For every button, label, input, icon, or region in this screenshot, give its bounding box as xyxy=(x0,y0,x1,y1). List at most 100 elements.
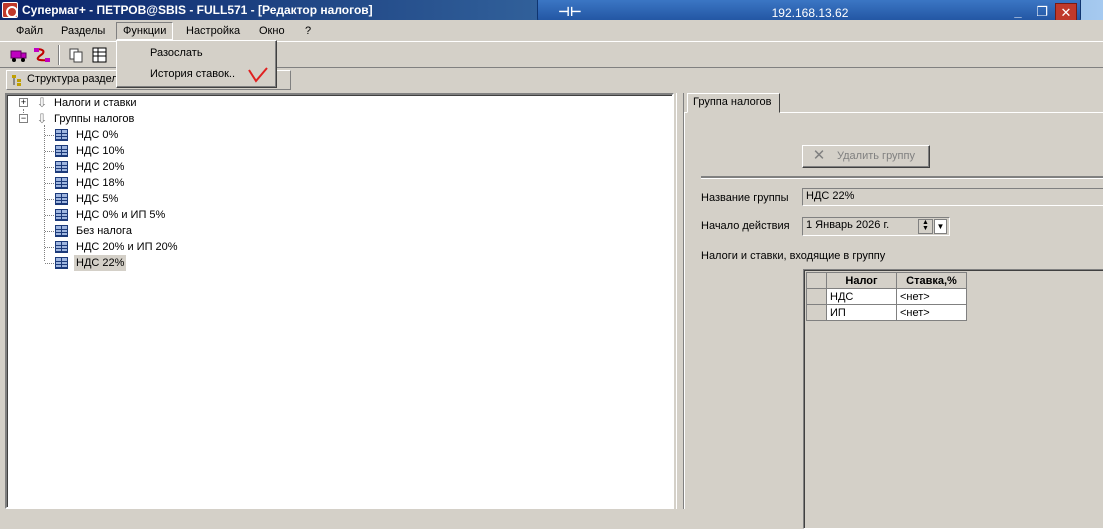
menu-file[interactable]: Файл xyxy=(10,23,49,39)
table-row[interactable]: ИП <нет> xyxy=(806,304,967,321)
tax-group-icon xyxy=(55,161,68,173)
tree-item-vat-22[interactable]: НДС 22% xyxy=(7,255,307,271)
app-icon[interactable] xyxy=(2,2,18,18)
folder-arrow-icon: ⇩ xyxy=(36,95,48,110)
column-header-tax[interactable]: Налог xyxy=(826,272,897,289)
tree-item-vat-5[interactable]: НДС 5% xyxy=(7,191,307,207)
minimize-button[interactable]: _ xyxy=(1007,3,1029,21)
tree-connector xyxy=(45,151,54,152)
tree-item-label: Без налога xyxy=(76,225,132,237)
tree-connector xyxy=(45,199,54,200)
tax-cell[interactable]: ИП xyxy=(826,304,897,321)
rate-cell[interactable]: <нет> xyxy=(896,304,967,321)
tab-page: ✕ Удалить группу Название группы НДС 22%… xyxy=(684,112,1103,529)
tree-item-label: НДС 5% xyxy=(76,193,119,205)
structure-icon xyxy=(12,75,21,86)
start-date-picker[interactable]: 1 Январь 2026 г. ▲ ▼ ▼ xyxy=(802,217,950,236)
table-icon[interactable] xyxy=(89,45,111,65)
table-row[interactable]: НДС <нет> xyxy=(806,288,967,305)
copy-icon[interactable] xyxy=(66,45,88,65)
row-indicator[interactable] xyxy=(806,304,827,321)
tree-node-tax-groups[interactable]: − ⇩ Группы налогов xyxy=(7,111,307,127)
menu-help[interactable]: ? xyxy=(299,23,317,39)
group-details-panel: Группа налогов ✕ Удалить группу Название… xyxy=(684,93,1103,529)
tree-connector xyxy=(45,231,54,232)
menu-window[interactable]: Окно xyxy=(253,23,291,39)
tree-connector xyxy=(45,167,54,168)
toolbar-separator xyxy=(58,45,60,65)
tree-item-label: НДС 20% и ИП 20% xyxy=(76,241,178,253)
close-button[interactable]: ✕ xyxy=(1055,3,1077,21)
divider xyxy=(701,176,1103,179)
tax-group-icon xyxy=(55,241,68,253)
grid-title: Налоги и ставки, входящие в группу xyxy=(701,250,886,262)
column-header-rate[interactable]: Ставка,% xyxy=(896,272,967,289)
tax-group-icon xyxy=(55,257,68,269)
expand-icon[interactable]: + xyxy=(19,98,28,107)
tree-item-vat-0-ip-5[interactable]: НДС 0% и ИП 5% xyxy=(7,207,307,223)
restore-button[interactable]: ❐ xyxy=(1031,3,1053,21)
tax-rates-table: Налог Ставка,% НДС <нет> ИП <нет> xyxy=(806,272,967,321)
group-name-label: Название группы xyxy=(701,192,789,204)
table-header-row: Налог Ставка,% xyxy=(806,272,967,289)
menu-sections[interactable]: Разделы xyxy=(55,23,111,39)
functions-menu: Разослать История ставок.. xyxy=(116,40,277,88)
delete-icon: ✕ xyxy=(812,147,826,164)
tree-connector xyxy=(45,263,54,264)
tax-rates-grid[interactable]: Налог Ставка,% НДС <нет> ИП <нет> xyxy=(803,269,1103,529)
tax-group-icon xyxy=(55,129,68,141)
tree-item-label: НДС 18% xyxy=(76,177,125,189)
tree-item-label: НДС 0% xyxy=(76,129,119,141)
date-spin-icon[interactable]: ▲ ▼ xyxy=(918,219,933,234)
collapse-icon[interactable]: − xyxy=(19,114,28,123)
tab-label: Структура раздела xyxy=(27,73,124,85)
tree-node-label: Группы налогов xyxy=(54,113,135,125)
row-indicator-header xyxy=(806,272,827,289)
delete-group-button[interactable]: ✕ Удалить группу xyxy=(802,145,930,168)
start-date-label: Начало действия xyxy=(701,220,790,232)
check-mark-icon xyxy=(248,67,268,83)
menu-functions[interactable]: Функции xyxy=(116,22,174,40)
truck-icon[interactable] xyxy=(8,45,30,65)
tree-connector xyxy=(45,215,54,216)
delete-group-label: Удалить группу xyxy=(837,150,915,162)
tax-group-icon xyxy=(55,225,68,237)
tree-connector xyxy=(45,135,54,136)
menu-item-label: История ставок.. xyxy=(150,68,236,80)
tree-panel[interactable]: + ⇩ Налоги и ставки − ⇩ Группы налогов Н… xyxy=(5,93,674,509)
menu-item-send[interactable]: Разослать xyxy=(119,44,274,63)
panel-splitter[interactable] xyxy=(676,93,684,509)
chevron-down-icon[interactable]: ▼ xyxy=(934,219,947,234)
menu-settings[interactable]: Настройка xyxy=(180,23,246,39)
tax-group-icon xyxy=(55,193,68,205)
tree-item-label: НДС 20% xyxy=(76,161,125,173)
tree-item-vat-18[interactable]: НДС 18% xyxy=(7,175,307,191)
row-indicator[interactable] xyxy=(806,288,827,305)
tax-cell[interactable]: НДС xyxy=(826,288,897,305)
remote-host-address: 192.168.13.62 xyxy=(771,6,849,20)
tree-node-taxes-and-rates[interactable]: + ⇩ Налоги и ставки xyxy=(7,95,307,111)
tab-tax-group[interactable]: Группа налогов xyxy=(687,93,780,113)
menu-bar: Файл Разделы Функции Настройка Окно ? xyxy=(0,20,1103,41)
group-name-field[interactable]: НДС 22% xyxy=(802,188,1103,206)
tree-item-vat-0[interactable]: НДС 0% xyxy=(7,127,307,143)
tree-item-vat-20-ip-20[interactable]: НДС 20% и ИП 20% xyxy=(7,239,307,255)
tax-group-icon xyxy=(55,209,68,221)
tree-node-label: Налоги и ставки xyxy=(54,97,137,109)
tree-item-label: НДС 22% xyxy=(74,255,127,271)
tree-item-label: НДС 10% xyxy=(76,145,125,157)
tax-group-icon xyxy=(55,177,68,189)
tree-item-vat-20[interactable]: НДС 20% xyxy=(7,159,307,175)
window-title: Супермаг+ - ПЕТРОВ@SBIS - FULL571 - [Ред… xyxy=(22,3,373,17)
tree-connector xyxy=(45,183,54,184)
route-icon[interactable] xyxy=(31,45,53,65)
folder-arrow-icon: ⇩ xyxy=(36,111,48,126)
start-date-value: 1 Январь 2026 г. xyxy=(806,219,890,231)
tree-item-label: НДС 0% и ИП 5% xyxy=(76,209,166,221)
tax-group-icon xyxy=(55,145,68,157)
tree-item-no-tax[interactable]: Без налога xyxy=(7,223,307,239)
tree-connector xyxy=(45,247,54,248)
menu-item-rate-history[interactable]: История ставок.. xyxy=(119,65,274,84)
tree-item-vat-10[interactable]: НДС 10% xyxy=(7,143,307,159)
rate-cell[interactable]: <нет> xyxy=(896,288,967,305)
